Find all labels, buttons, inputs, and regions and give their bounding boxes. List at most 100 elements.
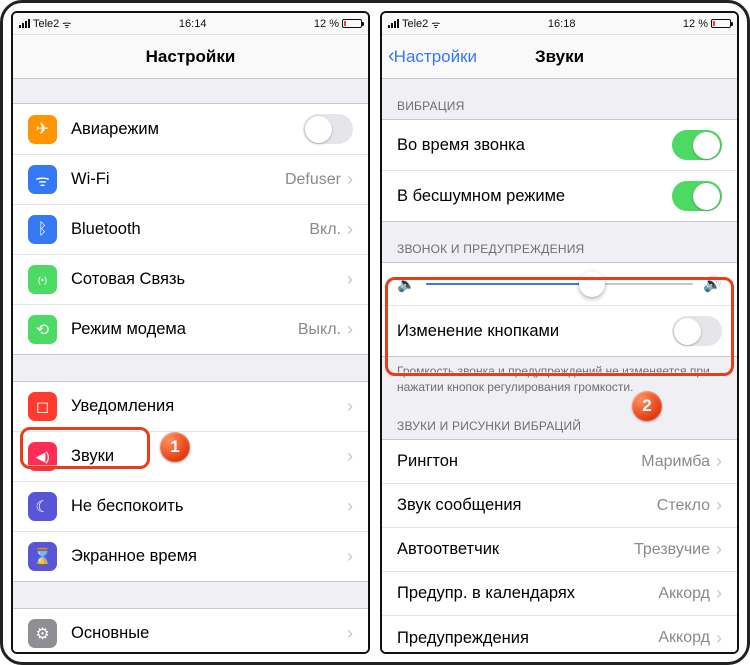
row-value: Трезвучие	[634, 541, 710, 559]
row-reminder-alert[interactable]: Предупреждения Аккорд ›	[382, 616, 737, 652]
bluetooth-icon: ᛒ	[28, 215, 57, 244]
wifi-icon: ᯤ	[62, 17, 71, 31]
row-voicemail[interactable]: Автоответчик Трезвучие ›	[382, 528, 737, 572]
section-header-vibration: ВИБРАЦИЯ	[382, 79, 737, 119]
row-value: Выкл.	[298, 321, 341, 339]
chevron-right-icon: ›	[716, 495, 722, 516]
row-value: Defuser	[285, 171, 341, 189]
status-bar: Tele2 ᯤ 16:18 12 %	[382, 13, 737, 35]
row-value: Аккорд	[658, 629, 710, 647]
signal-icon	[19, 19, 30, 28]
group-network: ✈ Авиарежим ᯤ Wi-Fi Defuser › ᛒ Bluetoot…	[13, 103, 368, 355]
vibrate-silent-toggle[interactable]	[672, 181, 722, 211]
back-button[interactable]: ‹ Настройки	[388, 45, 477, 68]
row-volume-slider[interactable]: 🔈 🔊	[382, 263, 737, 306]
row-label: Bluetooth	[71, 220, 309, 239]
row-label: Сотовая Связь	[71, 270, 347, 289]
section-header-ringer: ЗВОНОК И ПРЕДУПРЕЖДЕНИЯ	[382, 222, 737, 262]
row-general[interactable]: ⚙ Основные ›	[13, 609, 368, 652]
hotspot-icon: ⟲	[28, 315, 57, 344]
group-sounds-patterns: Рингтон Маримба › Звук сообщения Стекло …	[382, 439, 737, 652]
volume-slider[interactable]	[426, 283, 694, 285]
row-vibrate-ring[interactable]: Во время звонка	[382, 120, 737, 171]
nav-bar: Настройки	[13, 35, 368, 79]
carrier-label: Tele2	[402, 18, 428, 30]
row-value: Маримба	[641, 453, 710, 471]
chevron-right-icon: ›	[347, 546, 353, 567]
airplane-toggle[interactable]	[303, 114, 353, 144]
group-general: ⚙ Основные › ⌬ Пункт управления ›	[13, 608, 368, 652]
row-change-with-buttons[interactable]: Изменение кнопками	[382, 306, 737, 356]
change-buttons-toggle[interactable]	[672, 316, 722, 346]
chevron-right-icon: ›	[347, 623, 353, 644]
sounds-icon: ◀)	[28, 442, 57, 471]
row-label: В бесшумном режиме	[397, 187, 672, 206]
row-screentime[interactable]: ⌛ Экранное время ›	[13, 532, 368, 581]
chevron-right-icon: ›	[347, 319, 353, 340]
chevron-right-icon: ›	[347, 219, 353, 240]
row-text-tone[interactable]: Звук сообщения Стекло ›	[382, 484, 737, 528]
row-value: Стекло	[657, 497, 710, 515]
speaker-low-icon: 🔈	[397, 275, 416, 293]
chevron-right-icon: ›	[347, 496, 353, 517]
row-dnd[interactable]: ☾ Не беспокоить ›	[13, 482, 368, 532]
chevron-right-icon: ›	[347, 269, 353, 290]
cellular-icon: (•)	[28, 265, 57, 294]
row-label: Авиарежим	[71, 120, 303, 139]
chevron-right-icon: ›	[716, 451, 722, 472]
section-footer-ringer: Громкость звонка и предупреждений не изм…	[382, 357, 737, 399]
vibrate-ring-toggle[interactable]	[672, 130, 722, 160]
row-value: Вкл.	[309, 221, 341, 239]
page-title: Звуки	[535, 47, 584, 67]
row-label: Режим модема	[71, 320, 298, 339]
battery-pct: 12 %	[314, 18, 339, 30]
chevron-right-icon: ›	[716, 539, 722, 560]
row-label: Автоответчик	[397, 540, 634, 559]
battery-icon	[342, 19, 362, 28]
row-label: Уведомления	[71, 397, 347, 416]
group-vibration: Во время звонка В бесшумном режиме	[382, 119, 737, 222]
row-wifi[interactable]: ᯤ Wi-Fi Defuser ›	[13, 155, 368, 205]
group-ringer: 🔈 🔊 Изменение кнопками	[382, 262, 737, 357]
chevron-right-icon: ›	[347, 396, 353, 417]
chevron-right-icon: ›	[716, 628, 722, 649]
signal-icon	[388, 19, 399, 28]
battery-icon	[711, 19, 731, 28]
carrier-label: Tele2	[33, 18, 59, 30]
row-calendar-alert[interactable]: Предупр. в календарях Аккорд ›	[382, 572, 737, 616]
row-label: Wi-Fi	[71, 170, 285, 189]
row-value: Аккорд	[658, 585, 710, 603]
page-title: Настройки	[146, 47, 236, 67]
airplane-icon: ✈	[28, 115, 57, 144]
row-label: Изменение кнопками	[397, 322, 672, 341]
back-label: Настройки	[394, 47, 477, 67]
row-label: Предупр. в календарях	[397, 584, 658, 603]
row-airplane[interactable]: ✈ Авиарежим	[13, 104, 368, 155]
section-header-sounds-patterns: ЗВУКИ И РИСУНКИ ВИБРАЦИЙ	[382, 399, 737, 439]
row-label: Звук сообщения	[397, 496, 657, 515]
row-label: Звуки	[71, 447, 347, 466]
dnd-icon: ☾	[28, 492, 57, 521]
row-ringtone[interactable]: Рингтон Маримба ›	[382, 440, 737, 484]
row-cellular[interactable]: (•) Сотовая Связь ›	[13, 255, 368, 305]
notifications-icon: ◻	[28, 392, 57, 421]
screentime-icon: ⌛	[28, 542, 57, 571]
row-label: Не беспокоить	[71, 497, 347, 516]
row-bluetooth[interactable]: ᛒ Bluetooth Вкл. ›	[13, 205, 368, 255]
wifi-square-icon: ᯤ	[28, 165, 57, 194]
row-vibrate-silent[interactable]: В бесшумном режиме	[382, 171, 737, 221]
row-notifications[interactable]: ◻ Уведомления ›	[13, 382, 368, 432]
row-sounds[interactable]: ◀) Звуки ›	[13, 432, 368, 482]
nav-bar: ‹ Настройки Звуки	[382, 35, 737, 79]
speaker-high-icon: 🔊	[703, 275, 722, 293]
row-label: Основные	[71, 624, 347, 643]
row-label: Предупреждения	[397, 629, 658, 648]
settings-list[interactable]: ✈ Авиарежим ᯤ Wi-Fi Defuser › ᛒ Bluetoot…	[13, 79, 368, 652]
battery-pct: 12 %	[683, 18, 708, 30]
chevron-right-icon: ›	[716, 583, 722, 604]
sounds-list[interactable]: ВИБРАЦИЯ Во время звонка В бесшумном реж…	[382, 79, 737, 652]
chevron-right-icon: ›	[347, 169, 353, 190]
row-hotspot[interactable]: ⟲ Режим модема Выкл. ›	[13, 305, 368, 354]
clock: 16:18	[548, 18, 576, 30]
phone-sounds: Tele2 ᯤ 16:18 12 % ‹ Настройки Звуки ВИБ…	[380, 11, 739, 654]
